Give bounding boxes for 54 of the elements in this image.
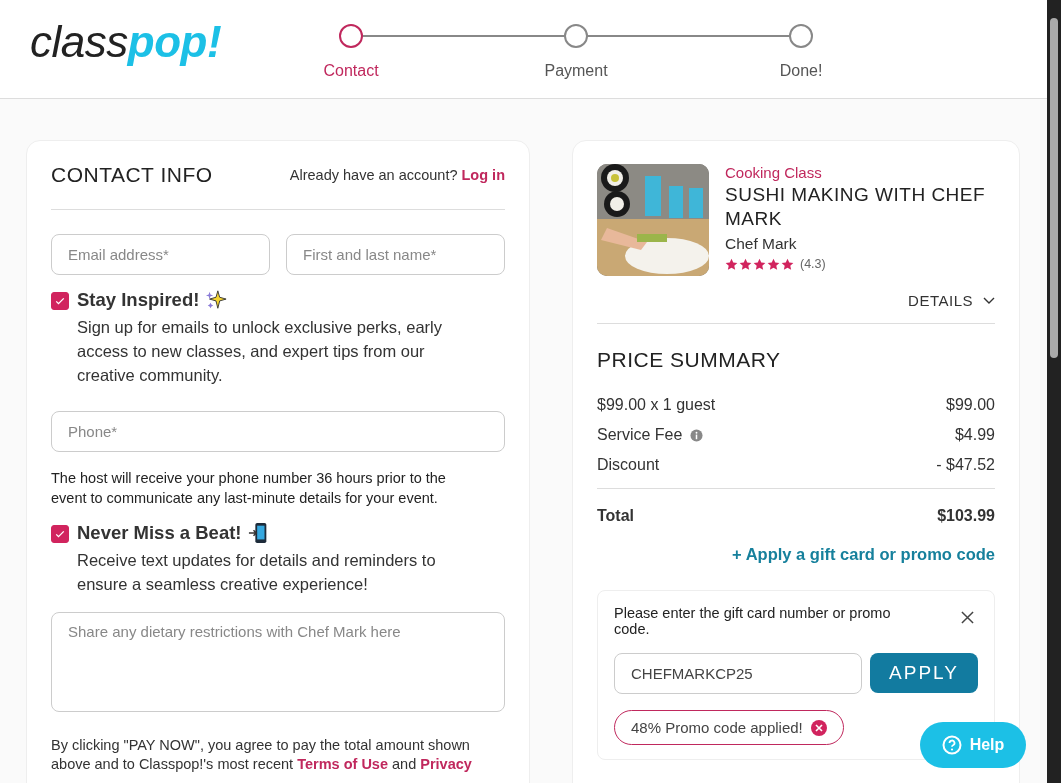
phone-note: The host will receive your phone number 36 hours prior to the event to communicate any last-minute details for your event. — [51, 469, 447, 508]
checkbox[interactable] — [51, 292, 69, 310]
login-link[interactable]: Log in — [461, 167, 505, 183]
info-icon[interactable] — [690, 428, 704, 442]
chevron-down-icon — [983, 296, 995, 305]
terms-link[interactable]: Terms of Use — [297, 756, 388, 772]
check-icon — [54, 295, 66, 307]
optin-title: Stay Inspired! — [77, 289, 200, 311]
email-field[interactable]: Email address* — [51, 234, 270, 275]
name-field[interactable]: First and last name* — [286, 234, 505, 275]
class-category: Cooking Class — [725, 164, 822, 181]
privacy-link[interactable]: Privacy — [420, 756, 472, 772]
close-icon[interactable] — [961, 611, 974, 624]
legal-text: By clicking "PAY NOW", you agree to pay the total amount shown above and to Classpop!'s most recent Terms of Use and Privacy — [51, 736, 473, 774]
step-label: Payment — [544, 62, 608, 80]
promo-applied-text: 48% Promo code applied! — [631, 719, 803, 736]
rating-value: (4.3) — [800, 257, 826, 271]
details-toggle[interactable]: DETAILS — [908, 292, 995, 309]
price-value: $99.00 — [946, 396, 995, 414]
step-label: Contact — [323, 62, 379, 80]
check-icon — [54, 528, 66, 540]
promo-code-field[interactable]: CHEFMARKCP25 — [614, 653, 862, 694]
apply-button[interactable]: APPLY — [870, 653, 978, 693]
sparkles-icon — [205, 289, 228, 311]
phone-field[interactable]: Phone* — [51, 411, 505, 452]
price-label: Service Fee — [597, 426, 683, 444]
star-icon — [739, 257, 752, 271]
total-label: Total — [597, 507, 635, 525]
star-icon — [767, 257, 780, 271]
checkbox[interactable] — [51, 525, 69, 543]
scrollbar[interactable] — [1047, 0, 1061, 783]
promo-prompt: Please enter the gift card number or promo code. — [614, 605, 892, 637]
section-title: PRICE SUMMARY — [597, 348, 782, 372]
step-label: Done! — [779, 62, 823, 80]
chef-name: Chef Mark — [725, 235, 797, 253]
optin-description: Receive text updates for details and reminders to ensure a seamless creative experience! — [77, 550, 437, 595]
total-value: $103.99 — [937, 507, 995, 525]
price-label: Discount — [597, 456, 660, 474]
logo[interactable]: classpop! — [30, 20, 222, 64]
price-value: $4.99 — [954, 426, 995, 444]
star-icon — [725, 257, 738, 271]
optin-description: Sign up for emails to unlock exclusive perks, early access to new classes, and expert tips from our creative community. — [77, 317, 443, 386]
help-icon — [941, 735, 962, 755]
star-icon — [781, 257, 794, 271]
class-title: SUSHI MAKING WITH CHEF MARK — [725, 183, 987, 231]
promo-code-link[interactable]: + Apply a gift card or promo code — [732, 545, 995, 564]
optin-title: Never Miss a Beat! — [77, 522, 242, 544]
section-title: CONTACT INFO — [51, 163, 213, 187]
dietary-notes-field[interactable]: Share any dietary restrictions with Chef Mark here — [51, 612, 505, 712]
remove-icon[interactable] — [810, 719, 827, 736]
price-label: $99.00 x 1 guest — [597, 396, 716, 414]
price-value: - $47.52 — [936, 456, 995, 474]
account-prompt: Already have an account? — [289, 167, 458, 183]
star-icon — [753, 257, 766, 271]
